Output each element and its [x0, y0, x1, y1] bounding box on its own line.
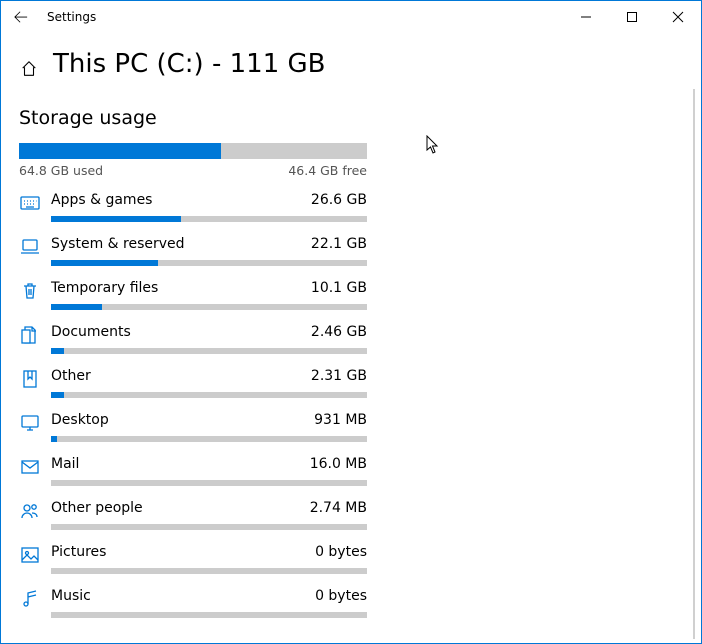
category-name: System & reserved — [51, 236, 185, 252]
minimize-icon — [581, 12, 591, 22]
category-row[interactable]: Desktop 931 MB — [19, 412, 381, 442]
category-name: Mail — [51, 456, 79, 472]
trash-icon — [19, 280, 41, 302]
category-size: 2.46 GB — [311, 324, 367, 340]
category-bar — [51, 348, 367, 354]
back-button[interactable] — [1, 1, 41, 33]
category-body: Pictures 0 bytes — [51, 544, 381, 574]
desktop-icon — [19, 412, 41, 434]
category-row[interactable]: Other 2.31 GB — [19, 368, 381, 398]
maximize-button[interactable] — [609, 1, 655, 33]
category-row[interactable]: System & reserved 22.1 GB — [19, 236, 381, 266]
category-fill — [51, 216, 181, 222]
category-body: System & reserved 22.1 GB — [51, 236, 381, 266]
window-title: Settings — [41, 10, 563, 24]
titlebar: Settings — [1, 1, 701, 33]
category-name: Temporary files — [51, 280, 158, 296]
category-name: Other people — [51, 500, 143, 516]
category-bar — [51, 392, 367, 398]
category-row[interactable]: Pictures 0 bytes — [19, 544, 381, 574]
page-title: This PC (C:) - 111 GB — [53, 49, 325, 79]
cursor-icon — [426, 135, 440, 155]
category-name: Documents — [51, 324, 131, 340]
section-heading: Storage usage — [19, 107, 381, 129]
category-row[interactable]: Temporary files 10.1 GB — [19, 280, 381, 310]
category-size: 0 bytes — [315, 544, 367, 560]
category-size: 2.74 MB — [310, 500, 367, 516]
used-label: 64.8 GB used — [19, 163, 103, 178]
home-button[interactable] — [19, 59, 39, 79]
category-fill — [51, 304, 102, 310]
category-bar — [51, 568, 367, 574]
system-icon — [19, 236, 41, 258]
category-fill — [51, 348, 64, 354]
category-size: 26.6 GB — [311, 192, 367, 208]
category-row[interactable]: Apps & games 26.6 GB — [19, 192, 381, 222]
maximize-icon — [627, 12, 637, 22]
close-icon — [672, 11, 684, 23]
apps-icon — [19, 192, 41, 214]
category-bar — [51, 612, 367, 618]
category-bar — [51, 436, 367, 442]
close-button[interactable] — [655, 1, 701, 33]
storage-usage-labels: 64.8 GB used 46.4 GB free — [19, 163, 367, 178]
category-size: 16.0 MB — [310, 456, 367, 472]
category-size: 10.1 GB — [311, 280, 367, 296]
category-body: Music 0 bytes — [51, 588, 381, 618]
category-size: 22.1 GB — [311, 236, 367, 252]
category-row[interactable]: Documents 2.46 GB — [19, 324, 381, 354]
category-body: Mail 16.0 MB — [51, 456, 381, 486]
category-row[interactable]: Other people 2.74 MB — [19, 500, 381, 530]
mail-icon — [19, 456, 41, 478]
category-bar — [51, 216, 367, 222]
content-area: Storage usage 64.8 GB used 46.4 GB free … — [1, 107, 381, 618]
category-name: Music — [51, 588, 91, 604]
documents-icon — [19, 324, 41, 346]
scrollbar[interactable] — [693, 89, 695, 639]
home-icon — [20, 60, 38, 78]
category-body: Other 2.31 GB — [51, 368, 381, 398]
storage-usage-bar — [19, 143, 367, 159]
storage-usage-fill — [19, 143, 221, 159]
category-body: Documents 2.46 GB — [51, 324, 381, 354]
category-body: Temporary files 10.1 GB — [51, 280, 381, 310]
page-header: This PC (C:) - 111 GB — [1, 33, 701, 95]
free-label: 46.4 GB free — [288, 163, 367, 178]
category-name: Other — [51, 368, 91, 384]
pictures-icon — [19, 544, 41, 566]
category-fill — [51, 260, 158, 266]
category-bar — [51, 260, 367, 266]
category-bar — [51, 304, 367, 310]
window-controls — [563, 1, 701, 33]
category-body: Other people 2.74 MB — [51, 500, 381, 530]
category-list: Apps & games 26.6 GB System & reserved 22.1… — [19, 192, 381, 618]
settings-window: Settings This PC (C:) - 111 GB Storage u… — [0, 0, 702, 644]
category-name: Apps & games — [51, 192, 152, 208]
category-size: 2.31 GB — [311, 368, 367, 384]
music-icon — [19, 588, 41, 610]
minimize-button[interactable] — [563, 1, 609, 33]
other-icon — [19, 368, 41, 390]
category-bar — [51, 524, 367, 530]
category-size: 931 MB — [314, 412, 367, 428]
category-body: Apps & games 26.6 GB — [51, 192, 381, 222]
category-row[interactable]: Mail 16.0 MB — [19, 456, 381, 486]
arrow-left-icon — [14, 10, 28, 24]
category-bar — [51, 480, 367, 486]
category-fill — [51, 392, 64, 398]
category-size: 0 bytes — [315, 588, 367, 604]
category-fill — [51, 436, 57, 442]
category-name: Desktop — [51, 412, 109, 428]
category-body: Desktop 931 MB — [51, 412, 381, 442]
category-row[interactable]: Music 0 bytes — [19, 588, 381, 618]
people-icon — [19, 500, 41, 522]
category-name: Pictures — [51, 544, 106, 560]
